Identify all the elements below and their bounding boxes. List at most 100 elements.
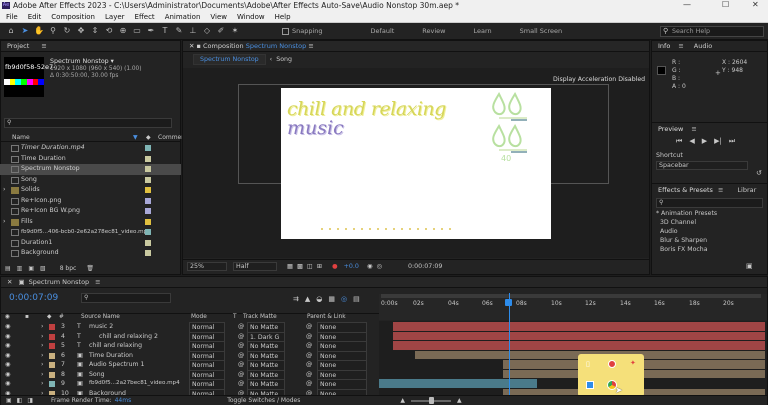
floating-overlay-widget[interactable]: ▯ ✦ ➤ — [578, 354, 644, 397]
tab-info[interactable]: Info — [658, 42, 670, 50]
menu-file[interactable]: File — [6, 13, 18, 21]
toggle-switches-icon[interactable]: ▣ — [6, 397, 12, 404]
maximize-button[interactable]: ☐ — [722, 0, 729, 9]
trash-icon[interactable]: 🗑 — [86, 265, 94, 272]
layer-name[interactable]: music 2 — [89, 322, 113, 332]
record-icon[interactable] — [608, 360, 616, 368]
label-swatch[interactable] — [49, 333, 55, 340]
pan-tool-icon[interactable]: ✥ — [76, 26, 86, 36]
matte-pickwhip-icon[interactable]: @ — [238, 332, 244, 342]
type-tool-icon[interactable]: T — [160, 26, 170, 36]
clone-tool-icon[interactable]: ⊥ — [188, 26, 198, 36]
dolly-tool-icon[interactable]: ⇕ — [90, 26, 100, 36]
camera-icon[interactable] — [586, 381, 594, 389]
label-swatch[interactable] — [49, 371, 55, 378]
matte-pickwhip-icon[interactable]: @ — [238, 341, 244, 351]
new-comp-icon[interactable]: ▣ — [28, 265, 34, 272]
work-area-bar[interactable] — [381, 294, 761, 298]
layer-search-field[interactable]: ⚲ — [81, 293, 171, 303]
expand-icon[interactable]: › — [41, 351, 43, 361]
loop-icon[interactable]: ↺ — [756, 169, 762, 177]
menu-layer[interactable]: Layer — [105, 13, 125, 21]
parent-pickwhip-icon[interactable]: @ — [306, 379, 312, 389]
label-swatch[interactable] — [49, 324, 55, 330]
tab-song[interactable]: Song — [276, 56, 292, 63]
parent-pickwhip-icon[interactable]: @ — [306, 360, 312, 370]
list-item[interactable]: › Fills — [0, 217, 181, 228]
draft-3d-icon[interactable]: ▲ — [305, 295, 310, 303]
label-swatch[interactable] — [49, 381, 55, 387]
shy-icon[interactable]: ◒ — [316, 295, 322, 303]
menu-effect[interactable]: Effect — [135, 13, 155, 21]
visibility-icon[interactable]: ◉ — [5, 351, 10, 361]
table-row[interactable]: ◉ › 3 Tmusic 2 Normal @ No Matte @ None — [1, 322, 379, 334]
new-preset-icon[interactable]: ▣ — [746, 262, 753, 270]
rectangle-tool-icon[interactable]: ▭ — [132, 26, 142, 36]
visibility-icon[interactable]: ◉ — [5, 322, 10, 332]
expand-icon[interactable]: › — [41, 322, 43, 332]
pen-tool-icon[interactable]: ✒ — [146, 26, 156, 36]
matte-pickwhip-icon[interactable]: @ — [238, 379, 244, 389]
panel-menu-icon[interactable]: ≡ — [691, 125, 696, 133]
layer-bar[interactable] — [393, 331, 765, 340]
selection-tool-icon[interactable]: ➤ — [20, 26, 30, 36]
layer-name[interactable]: Time Duration — [89, 351, 133, 361]
minimize-button[interactable]: — — [683, 0, 691, 9]
list-item[interactable]: Song — [0, 175, 181, 186]
menu-view[interactable]: View — [210, 13, 227, 21]
color-channel-icon[interactable]: ● — [332, 263, 338, 270]
anchor-tool-icon[interactable]: ⊕ — [118, 26, 128, 36]
visibility-icon[interactable]: ◉ — [5, 360, 10, 370]
zoom-out-icon[interactable]: ▲ — [400, 397, 405, 404]
table-row[interactable]: ◉ › 5 Tchill and relaxing Normal @ No Matte @… — [1, 341, 379, 353]
visibility-icon[interactable]: ◉ — [5, 370, 10, 380]
project-search-field[interactable]: ⚲ — [4, 118, 172, 128]
table-row[interactable]: ◉ › 7 ▣ Audio Spectrum 1 Normal @ No Matte @ No… — [1, 360, 379, 372]
show-snapshot-icon[interactable]: ◎ — [376, 263, 382, 270]
list-item[interactable]: Duration1 — [0, 238, 181, 249]
list-item[interactable]: Re+Icon BG W.png — [0, 206, 181, 217]
matte-pickwhip-icon[interactable]: @ — [238, 351, 244, 361]
expand-icon[interactable]: › — [41, 360, 43, 370]
prev-frame-icon[interactable]: ◀ — [689, 137, 694, 145]
rotate-tool-icon[interactable]: ⟲ — [104, 26, 114, 36]
viewer-timecode[interactable]: 0:00:07:09 — [408, 263, 442, 270]
brush-tool-icon[interactable]: ✎ — [174, 26, 184, 36]
effects-search-field[interactable]: ⚲ — [656, 198, 763, 208]
list-item[interactable]: fb9d0f5...406-bcb0-2e62a278ec81_video.mp… — [0, 227, 181, 238]
layer-name[interactable]: Song — [89, 370, 105, 380]
parent-pickwhip-icon[interactable]: @ — [306, 322, 312, 332]
label-swatch[interactable] — [49, 362, 55, 368]
zoom-tool-icon[interactable]: ⚲ — [48, 26, 58, 36]
timeline-zoom-slider[interactable] — [411, 396, 451, 404]
visibility-icon[interactable]: ◉ — [5, 379, 10, 389]
col-track-matte[interactable]: Track Matte — [243, 314, 277, 320]
layer-name[interactable]: Audio Spectrum 1 — [89, 360, 144, 370]
col-name[interactable]: Name — [12, 134, 30, 141]
workspace-review[interactable]: Review — [422, 27, 445, 35]
label-swatch[interactable] — [49, 352, 55, 359]
interpret-footage-icon[interactable]: ▤ — [5, 265, 11, 272]
time-ruler[interactable]: 0:00s 02s 04s 06s 08s 10s 12s 14s 16s 18… — [379, 294, 767, 320]
list-item[interactable]: Spectrum Nonstop — [0, 164, 181, 175]
graph-editor-icon[interactable]: ▤ — [353, 295, 360, 303]
panel-menu-icon[interactable]: ≡ — [41, 42, 46, 50]
layer-bar[interactable] — [393, 322, 765, 331]
tab-libraries[interactable]: Librar — [737, 186, 756, 194]
effects-item[interactable]: 3D Channel — [656, 219, 767, 228]
panel-menu-icon[interactable]: ≡ — [95, 278, 100, 286]
close-button[interactable]: ✕ — [752, 0, 759, 9]
motion-blur-icon[interactable]: ◎ — [341, 295, 347, 303]
workspace-small-screen[interactable]: Small Screen — [520, 27, 562, 35]
effects-item[interactable]: Audio — [656, 228, 767, 237]
layer-name[interactable]: fb9d0f5...2a27bec81_video.mp4 — [89, 379, 180, 389]
parent-pickwhip-icon[interactable]: @ — [306, 332, 312, 342]
list-item[interactable]: Time Duration — [0, 154, 181, 165]
table-row[interactable]: ◉ › 8 ▣ Song Normal @ No Matte @ None — [1, 369, 379, 381]
effects-item[interactable]: Blur & Sharpen — [656, 237, 767, 246]
list-item[interactable]: Re+Icon.png — [0, 196, 181, 207]
layer-bar[interactable] — [379, 379, 537, 388]
play-icon[interactable]: ▶ — [702, 137, 707, 145]
panel-menu-icon[interactable]: ≡ — [718, 186, 723, 194]
tab-audio[interactable]: Audio — [694, 42, 712, 50]
